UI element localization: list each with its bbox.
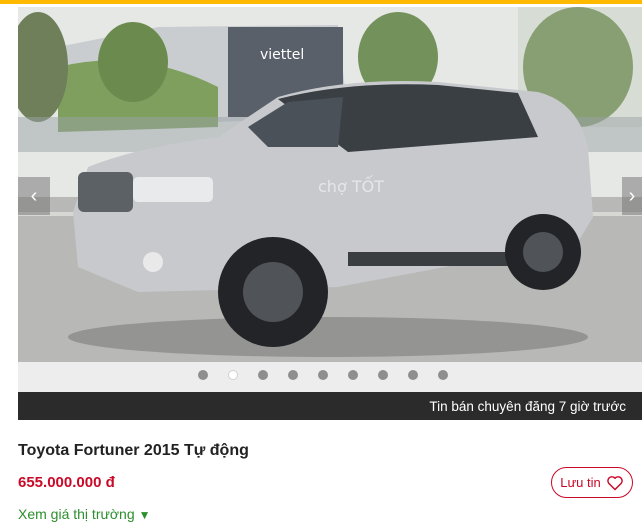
save-label: Lưu tin <box>560 475 601 490</box>
listing-photo[interactable]: viettel chợ TỐT <box>18 7 642 362</box>
listing-price: 655.000.000 đ <box>18 474 115 491</box>
building-sign-text: viettel <box>260 47 304 63</box>
market-price-label: Xem giá thị trường <box>18 506 135 522</box>
chevron-left-icon: ‹ <box>30 184 38 207</box>
pagination-dot[interactable] <box>258 370 268 380</box>
pagination-dot[interactable] <box>438 370 448 380</box>
next-photo-button[interactable]: › <box>622 177 642 215</box>
post-info-text: Tin bán chuyên đăng 7 giờ trước <box>429 398 626 414</box>
watermark-text: chợ TỐT <box>318 175 384 196</box>
pagination-dot[interactable] <box>228 370 238 380</box>
chevron-right-icon: › <box>628 184 636 207</box>
pagination-dot[interactable] <box>288 370 298 380</box>
triangle-down-icon: ▼ <box>138 508 151 522</box>
listing-title: Toyota Fortuner 2015 Tự động <box>18 442 249 459</box>
pagination-dot[interactable] <box>318 370 328 380</box>
pagination-dot[interactable] <box>348 370 358 380</box>
pagination-dot[interactable] <box>408 370 418 380</box>
pagination-dot[interactable] <box>198 370 208 380</box>
photo-pagination <box>18 368 642 380</box>
photo-gallery[interactable]: viettel chợ TỐT ‹ › <box>18 7 642 392</box>
post-info-bar: Tin bán chuyên đăng 7 giờ trước <box>18 392 642 420</box>
top-accent-bar <box>0 0 642 4</box>
pagination-dot[interactable] <box>378 370 388 380</box>
prev-photo-button[interactable]: ‹ <box>18 177 50 215</box>
save-listing-button[interactable]: Lưu tin <box>551 467 633 498</box>
market-price-link[interactable]: Xem giá thị trường ▼ <box>18 506 151 522</box>
heart-outline-icon <box>606 475 623 490</box>
